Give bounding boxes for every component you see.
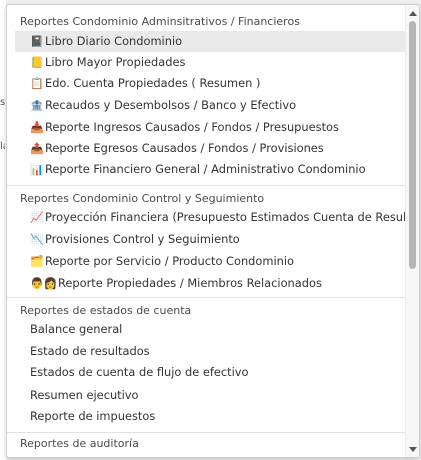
outbox-tray-icon: 📤 xyxy=(30,142,44,155)
group-divider xyxy=(7,297,405,298)
family-members-icon: 👨👩 xyxy=(30,277,58,290)
menu-item-label: Reporte Propiedades / Miembros Relaciona… xyxy=(58,276,322,290)
menu-item-label: Edo. Cuenta Propiedades ( Resumen ) xyxy=(45,76,261,90)
bank-icon: 🏦 xyxy=(30,99,44,112)
scrollbar-thumb[interactable] xyxy=(409,21,416,269)
menu-item-ingresos[interactable]: 📥Reporte Ingresos Causados / Fondos / Pr… xyxy=(15,117,405,138)
ledger-icon: 📒 xyxy=(30,56,44,69)
menu-item-label: Recaudos y Desembolsos / Banco y Efectiv… xyxy=(45,98,297,112)
group-divider xyxy=(7,432,405,433)
reports-list: Reportes Condominio Adminsitrativos / Fi… xyxy=(7,5,419,457)
notebook-icon: 📓 xyxy=(30,35,44,48)
bar-chart-icon: 📊 xyxy=(30,163,44,176)
scroll-down-arrow-icon[interactable] xyxy=(409,447,417,452)
group-header-control: Reportes Condominio Control y Seguimient… xyxy=(20,192,265,205)
menu-item-reporte-impuestos[interactable]: Reporte de impuestos xyxy=(15,406,405,427)
group-header-audit: Reportes de auditoría xyxy=(20,437,139,450)
menu-item-label: Reporte Egresos Causados / Fondos / Prov… xyxy=(45,141,324,155)
menu-item-label: Estado de resultados xyxy=(30,344,150,358)
menu-item-label: Libro Mayor Propiedades xyxy=(45,55,186,69)
menu-item-label: Estados de cuenta de flujo de efectivo xyxy=(30,365,249,379)
menu-item-estado-resultados[interactable]: Estado de resultados xyxy=(15,341,405,362)
menu-item-edo-cuenta[interactable]: 📋Edo. Cuenta Propiedades ( Resumen ) xyxy=(15,73,405,94)
menu-item-label: Balance general xyxy=(30,322,123,336)
menu-item-label: Proyección Financiera (Presupuesto Estim… xyxy=(45,210,420,224)
card-index-dividers-icon: 🗂️ xyxy=(30,255,44,268)
menu-item-libro-diario[interactable]: 📓Libro Diario Condominio xyxy=(15,31,405,52)
menu-item-libro-mayor[interactable]: 📒Libro Mayor Propiedades xyxy=(15,52,405,73)
background-text-fragment: la xyxy=(0,141,5,152)
clipboard-icon: 📋 xyxy=(30,77,44,90)
menu-item-label: Reporte por Servicio / Producto Condomin… xyxy=(45,254,294,268)
scrollbar[interactable] xyxy=(405,5,419,457)
menu-item-label: Provisiones Control y Seguimiento xyxy=(45,232,240,246)
menu-item-proyeccion[interactable]: 📈Proyección Financiera (Presupuesto Esti… xyxy=(15,207,419,228)
menu-item-egresos[interactable]: 📤Reporte Egresos Causados / Fondos / Pro… xyxy=(15,138,405,159)
menu-item-label: Reporte Financiero General / Administrat… xyxy=(45,162,366,176)
menu-item-label: Libro Diario Condominio xyxy=(45,34,183,48)
menu-item-flujo-efectivo[interactable]: Estados de cuenta de flujo de efectivo xyxy=(15,362,405,383)
menu-item-label: Reporte de impuestos xyxy=(30,409,156,423)
menu-item-recaudos[interactable]: 🏦Recaudos y Desembolsos / Banco y Efecti… xyxy=(15,95,405,116)
group-header-admin-financial: Reportes Condominio Adminsitrativos / Fi… xyxy=(20,15,300,28)
menu-item-balance-general[interactable]: Balance general xyxy=(15,319,405,340)
inbox-tray-icon: 📥 xyxy=(30,121,44,134)
scroll-up-arrow-icon[interactable] xyxy=(409,11,417,16)
background-text-fragment: s xyxy=(0,97,5,108)
group-divider xyxy=(7,185,405,186)
group-header-statements: Reportes de estados de cuenta xyxy=(20,304,192,317)
menu-item-resumen-ejecutivo[interactable]: Resumen ejecutivo xyxy=(15,385,405,406)
menu-item-propiedades-miembros[interactable]: 👨👩Reporte Propiedades / Miembros Relacio… xyxy=(15,273,405,294)
menu-item-provisiones[interactable]: 📉Provisiones Control y Seguimiento xyxy=(15,229,405,250)
reports-dropdown-menu[interactable]: Reportes Condominio Adminsitrativos / Fi… xyxy=(6,4,420,458)
chart-up-icon: 📈 xyxy=(30,211,44,224)
menu-item-label: Resumen ejecutivo xyxy=(30,388,139,402)
menu-item-financiero-general[interactable]: 📊Reporte Financiero General / Administra… xyxy=(15,159,405,180)
menu-item-por-servicio[interactable]: 🗂️Reporte por Servicio / Producto Condom… xyxy=(15,251,405,272)
chart-down-icon: 📉 xyxy=(30,233,44,246)
menu-item-label: Reporte Ingresos Causados / Fondos / Pre… xyxy=(45,120,339,134)
